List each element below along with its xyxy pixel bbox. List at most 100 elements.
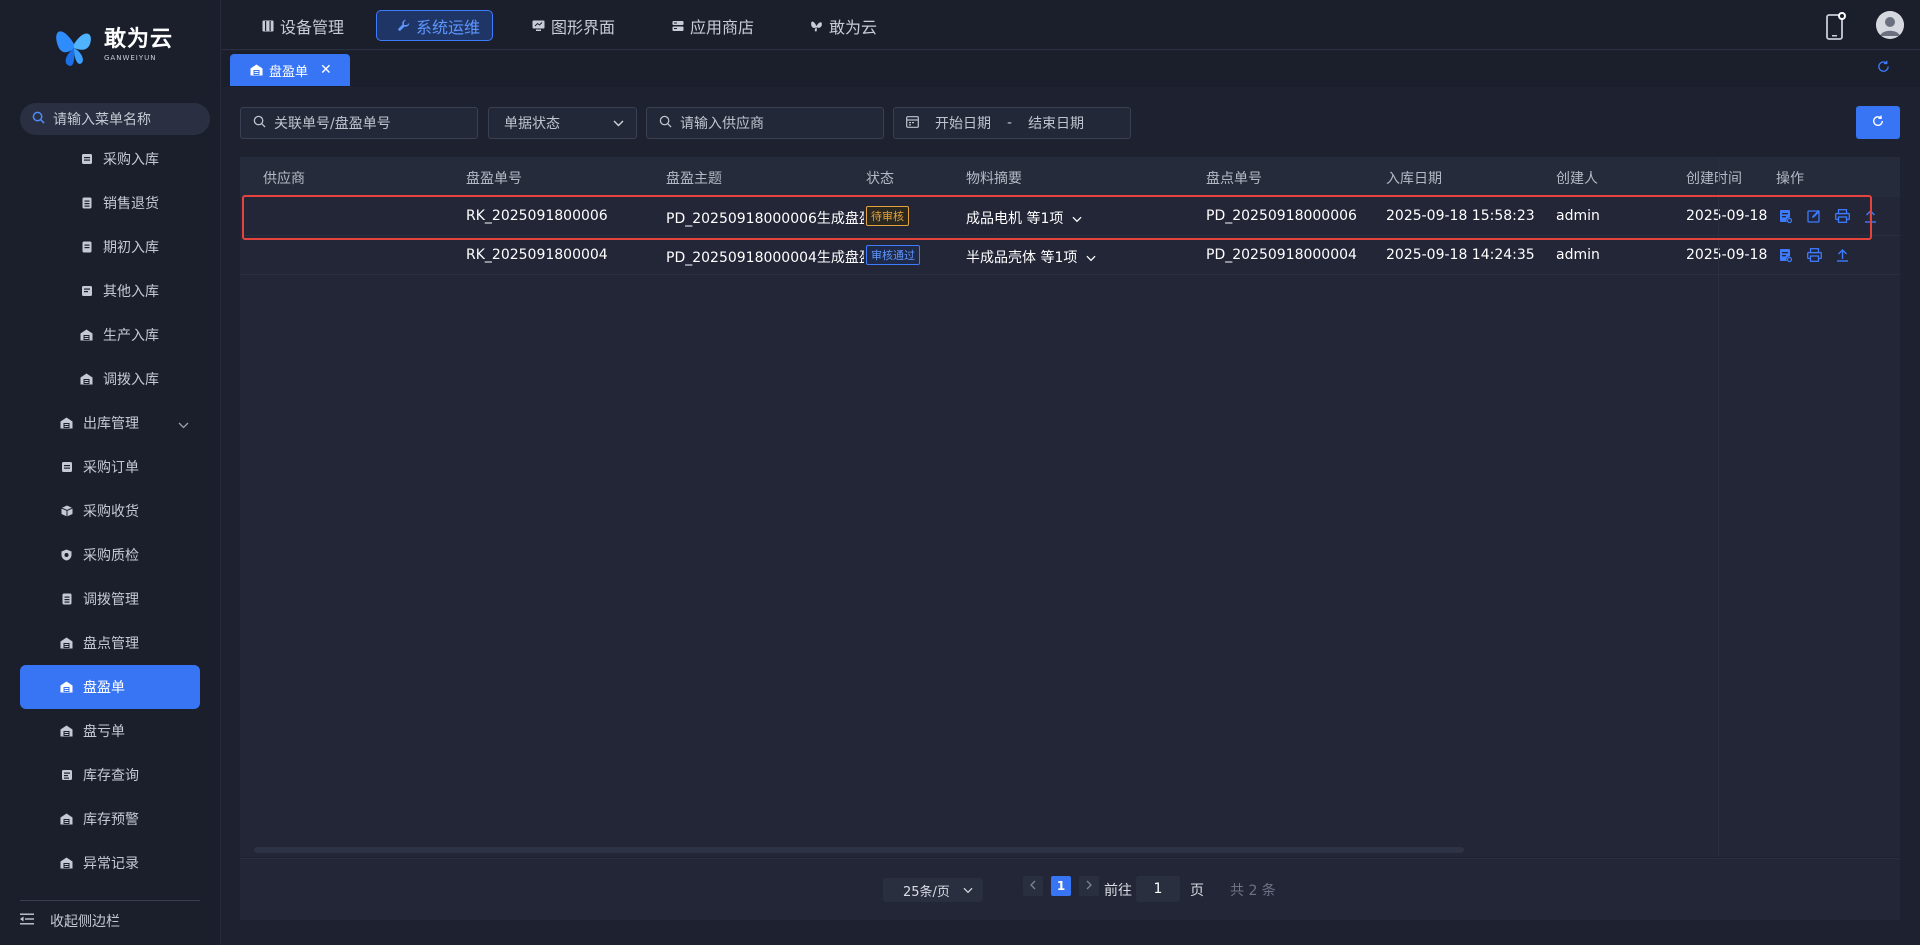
chevron-down-icon bbox=[1086, 250, 1096, 266]
pagination: 25条/页 1 前往 1 页 共 2 条 bbox=[240, 858, 1900, 920]
sidebar-item-purchase-order[interactable]: 采购订单 bbox=[0, 445, 221, 489]
doc-icon bbox=[80, 285, 93, 298]
page-tab-bar: 盘盈单 ✕ bbox=[222, 51, 1920, 87]
page-size-select[interactable]: 25条/页 bbox=[883, 878, 983, 902]
end-date-field[interactable]: 结束日期 bbox=[1028, 113, 1084, 133]
collapse-sidebar-button[interactable]: 收起侧边栏 bbox=[20, 900, 200, 931]
order-no-search-input[interactable]: 关联单号/盘盈单号 bbox=[240, 107, 478, 139]
doc-icon bbox=[80, 153, 93, 166]
sidebar-item-production-inbound[interactable]: 生产入库 bbox=[0, 313, 221, 357]
brand-name: 敢为云 bbox=[104, 27, 174, 52]
sidebar-item-purchase-inbound[interactable]: 采购入库 bbox=[0, 137, 221, 181]
sidebar-item-purchase-receipt[interactable]: 采购收货 bbox=[0, 489, 221, 533]
tab-system-ops[interactable]: 系统运维 bbox=[376, 10, 494, 41]
sidebar-item-sales-return[interactable]: 销售退货 bbox=[0, 181, 221, 225]
page-number-current[interactable]: 1 bbox=[1051, 876, 1071, 896]
sidebar-item-outbound-management[interactable]: 出库管理 bbox=[0, 401, 221, 445]
fixed-actions-column bbox=[1718, 157, 1900, 857]
cell-surplus-no: RK_2025091800004 bbox=[466, 247, 608, 263]
table-header: 供应商 盘盈单号 盘盈主题 状态 物料摘要 盘点单号 入库日期 创建人 创建时间… bbox=[240, 157, 1900, 197]
collapse-icon bbox=[20, 913, 34, 929]
warehouse-icon bbox=[60, 857, 73, 870]
butterfly-logo-icon bbox=[54, 22, 94, 68]
start-date-field[interactable]: 开始日期 bbox=[935, 113, 991, 133]
sidebar-item-stocktake-management[interactable]: 盘点管理 bbox=[0, 621, 221, 665]
avatar[interactable] bbox=[1876, 11, 1904, 39]
cell-creator: admin bbox=[1556, 247, 1600, 263]
calendar-icon bbox=[906, 115, 919, 132]
horizontal-scrollbar[interactable] bbox=[254, 847, 1464, 853]
doc-icon bbox=[80, 241, 93, 254]
sidebar-item-stock-loss[interactable]: 盘亏单 bbox=[0, 709, 221, 753]
surplus-table: 供应商 盘盈单号 盘盈主题 状态 物料摘要 盘点单号 入库日期 创建人 创建时间… bbox=[240, 157, 1900, 857]
sidebar-item-stock-surplus[interactable]: 盘盈单 bbox=[0, 665, 221, 709]
menu-search-input[interactable]: 请输入菜单名称 bbox=[20, 103, 210, 135]
warehouse-icon bbox=[80, 329, 93, 342]
col-supplier: 供应商 bbox=[263, 171, 305, 187]
warehouse-icon bbox=[80, 373, 93, 386]
chevron-down-icon bbox=[613, 115, 624, 131]
warehouse-icon bbox=[60, 681, 73, 694]
sidebar-item-transfer-management[interactable]: 调拨管理 bbox=[0, 577, 221, 621]
sidebar-item-purchase-qc[interactable]: 采购质检 bbox=[0, 533, 221, 577]
status-badge: 审核通过 bbox=[866, 245, 920, 265]
chevron-down-icon[interactable] bbox=[178, 417, 189, 433]
table-row[interactable]: RK_2025091800004 PD_20250918000004生成盘盈单 … bbox=[240, 236, 1900, 275]
goto-page-input[interactable]: 1 bbox=[1136, 876, 1180, 902]
tab-app-store[interactable]: 应用商店 bbox=[652, 10, 766, 41]
tab-device-management[interactable]: 设备管理 bbox=[242, 10, 356, 41]
doc-icon bbox=[60, 593, 73, 606]
sidebar-item-inventory-alert[interactable]: 库存预警 bbox=[0, 797, 221, 841]
sidebar-item-opening-inbound[interactable]: 期初入库 bbox=[0, 225, 221, 269]
store-icon bbox=[672, 20, 684, 32]
doc-icon bbox=[60, 461, 73, 474]
tab-graphic-ui[interactable]: 图形界面 bbox=[512, 10, 627, 41]
cell-subject: PD_20250918000004生成盘盈单 bbox=[666, 250, 864, 266]
page-tab-stock-surplus[interactable]: 盘盈单 ✕ bbox=[230, 54, 350, 86]
col-surplus-no: 盘盈单号 bbox=[466, 171, 522, 187]
page-unit-label: 页 bbox=[1190, 883, 1204, 899]
total-count: 共 2 条 bbox=[1230, 883, 1276, 899]
status-select[interactable]: 单据状态 bbox=[488, 107, 637, 139]
chevron-right-icon bbox=[1086, 879, 1092, 893]
col-creator: 创建人 bbox=[1556, 171, 1598, 187]
sidebar-menu: 采购入库 销售退货 期初入库 其他入库 生产入库 调拨入库 出库管理 采购订单 … bbox=[0, 137, 221, 885]
refresh-button[interactable] bbox=[1856, 106, 1900, 139]
warehouse-icon bbox=[60, 417, 73, 430]
prev-page-button[interactable] bbox=[1023, 876, 1043, 896]
col-status: 状态 bbox=[866, 171, 894, 187]
menu-search-placeholder: 请输入菜单名称 bbox=[53, 112, 151, 128]
selected-row-highlight bbox=[242, 195, 1872, 240]
sidebar-item-inventory-query[interactable]: 库存查询 bbox=[0, 753, 221, 797]
monitor-icon bbox=[532, 20, 545, 32]
brand-name-en: GANWEIYUN bbox=[104, 54, 157, 62]
wrench-icon bbox=[397, 19, 410, 32]
mobile-icon[interactable] bbox=[1825, 12, 1847, 44]
close-icon[interactable]: ✕ bbox=[320, 62, 332, 78]
cell-check-no: PD_20250918000004 bbox=[1206, 247, 1357, 263]
material-summary-dropdown[interactable]: 半成品壳体 等1项 bbox=[966, 247, 1096, 267]
shield-icon bbox=[60, 549, 73, 562]
device-icon bbox=[262, 20, 274, 32]
sidebar: 敢为云 GANWEIYUN 请输入菜单名称 采购入库 销售退货 期初入库 其他入… bbox=[0, 0, 221, 945]
butterfly-icon bbox=[810, 19, 823, 32]
next-page-button[interactable] bbox=[1079, 876, 1099, 896]
brand-logo[interactable]: 敢为云 GANWEIYUN bbox=[54, 22, 173, 68]
warehouse-icon bbox=[60, 637, 73, 650]
col-subject: 盘盈主题 bbox=[666, 171, 722, 187]
warehouse-icon bbox=[60, 813, 73, 826]
chevron-left-icon bbox=[1030, 879, 1036, 893]
sidebar-item-other-inbound[interactable]: 其他入库 bbox=[0, 269, 221, 313]
tab-ganweiyun[interactable]: 敢为云 bbox=[790, 10, 889, 41]
date-range-picker[interactable]: 开始日期 - 结束日期 bbox=[893, 107, 1131, 139]
sidebar-item-transfer-inbound[interactable]: 调拨入库 bbox=[0, 357, 221, 401]
supplier-search-input[interactable]: 请输入供应商 bbox=[646, 107, 884, 139]
search-icon bbox=[659, 115, 672, 132]
top-nav: 设备管理 系统运维 图形界面 应用商店 敢为云 bbox=[222, 0, 1920, 50]
box-icon bbox=[60, 505, 73, 518]
refresh-icon[interactable] bbox=[1877, 60, 1890, 77]
chevron-down-icon bbox=[963, 883, 973, 898]
cell-stock-date: 2025-09-18 14:24:35 bbox=[1386, 247, 1535, 263]
warehouse-icon bbox=[60, 725, 73, 738]
sidebar-item-exception-log[interactable]: 异常记录 bbox=[0, 841, 221, 885]
